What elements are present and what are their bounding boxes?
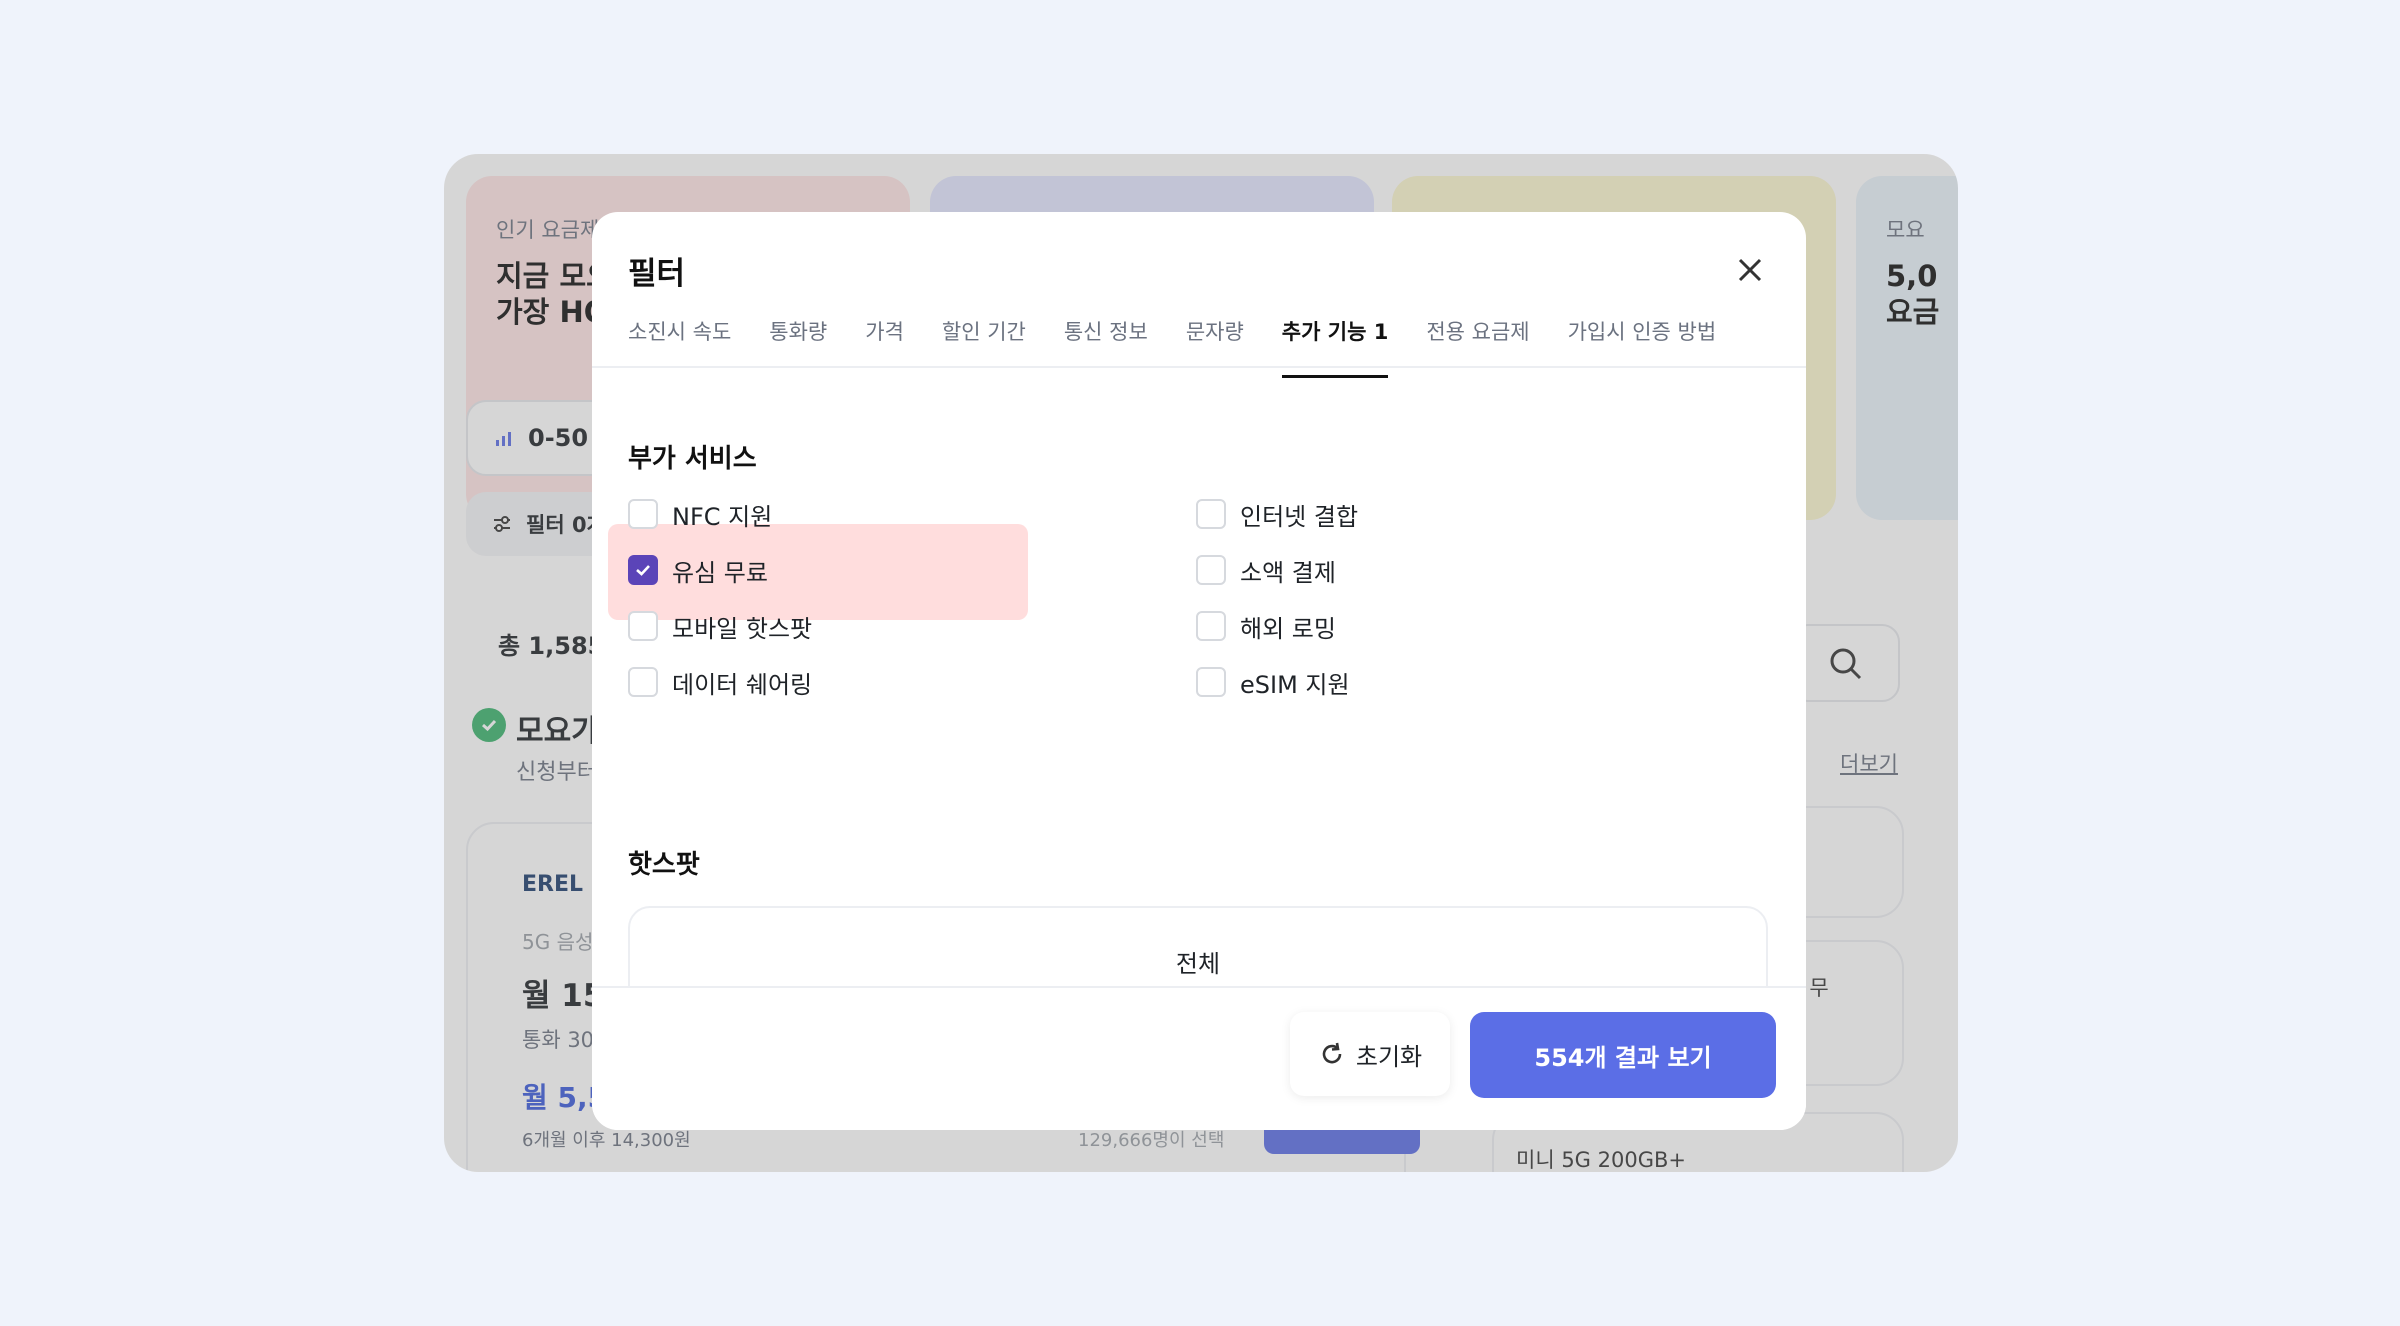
checkbox[interactable] — [1196, 555, 1226, 585]
checkbox[interactable] — [1196, 611, 1226, 641]
tabs-divider — [592, 366, 1806, 368]
option-micropayment[interactable]: 소액 결제 — [1196, 552, 1336, 588]
refresh-icon — [1322, 1042, 1342, 1064]
option-label: eSIM 지원 — [1240, 670, 1350, 699]
option-free-usim[interactable]: 유심 무료 — [628, 552, 768, 588]
checkbox[interactable] — [1196, 499, 1226, 529]
addon-section-title: 부가 서비스 — [628, 444, 757, 474]
filter-modal: 필터 소진시 속도 통화량 가격 할인 기간 통신 정보 문자량 추가 기능 1… — [592, 212, 1806, 1130]
checkbox[interactable] — [628, 499, 658, 529]
option-data-sharing[interactable]: 데이터 쉐어링 — [628, 664, 812, 700]
option-esim[interactable]: eSIM 지원 — [1196, 664, 1350, 700]
checkbox-checked[interactable] — [628, 555, 658, 585]
option-label: 인터넷 결합 — [1240, 502, 1359, 531]
modal-title: 필터 — [628, 256, 686, 292]
option-label: 유심 무료 — [672, 558, 768, 587]
reset-button[interactable]: 초기화 — [1290, 1012, 1450, 1096]
option-label: 데이터 쉐어링 — [672, 670, 813, 699]
checkbox[interactable] — [628, 667, 658, 697]
reset-label: 초기화 — [1355, 1042, 1423, 1071]
checkbox[interactable] — [1196, 667, 1226, 697]
option-label: NFC 지원 — [672, 502, 773, 531]
option-mobile-hotspot[interactable]: 모바일 핫스팟 — [628, 608, 812, 644]
option-internet-bundle[interactable]: 인터넷 결합 — [1196, 496, 1358, 532]
show-results-button[interactable]: 554개 결과 보기 — [1470, 1012, 1776, 1098]
check-icon — [636, 565, 650, 576]
option-roaming[interactable]: 해외 로밍 — [1196, 608, 1336, 644]
option-label: 소액 결제 — [1240, 558, 1336, 587]
hotspot-all-label: 전체 — [1175, 950, 1221, 978]
checkbox[interactable] — [628, 611, 658, 641]
close-button[interactable] — [1730, 250, 1770, 290]
modal-footer: 초기화 554개 결과 보기 — [592, 986, 1806, 1130]
hotspot-section-title: 핫스팟 — [628, 850, 700, 880]
close-icon — [1738, 258, 1762, 282]
option-label: 모바일 핫스팟 — [672, 614, 813, 643]
option-nfc[interactable]: NFC 지원 — [628, 496, 772, 532]
option-label: 해외 로밍 — [1240, 614, 1336, 643]
